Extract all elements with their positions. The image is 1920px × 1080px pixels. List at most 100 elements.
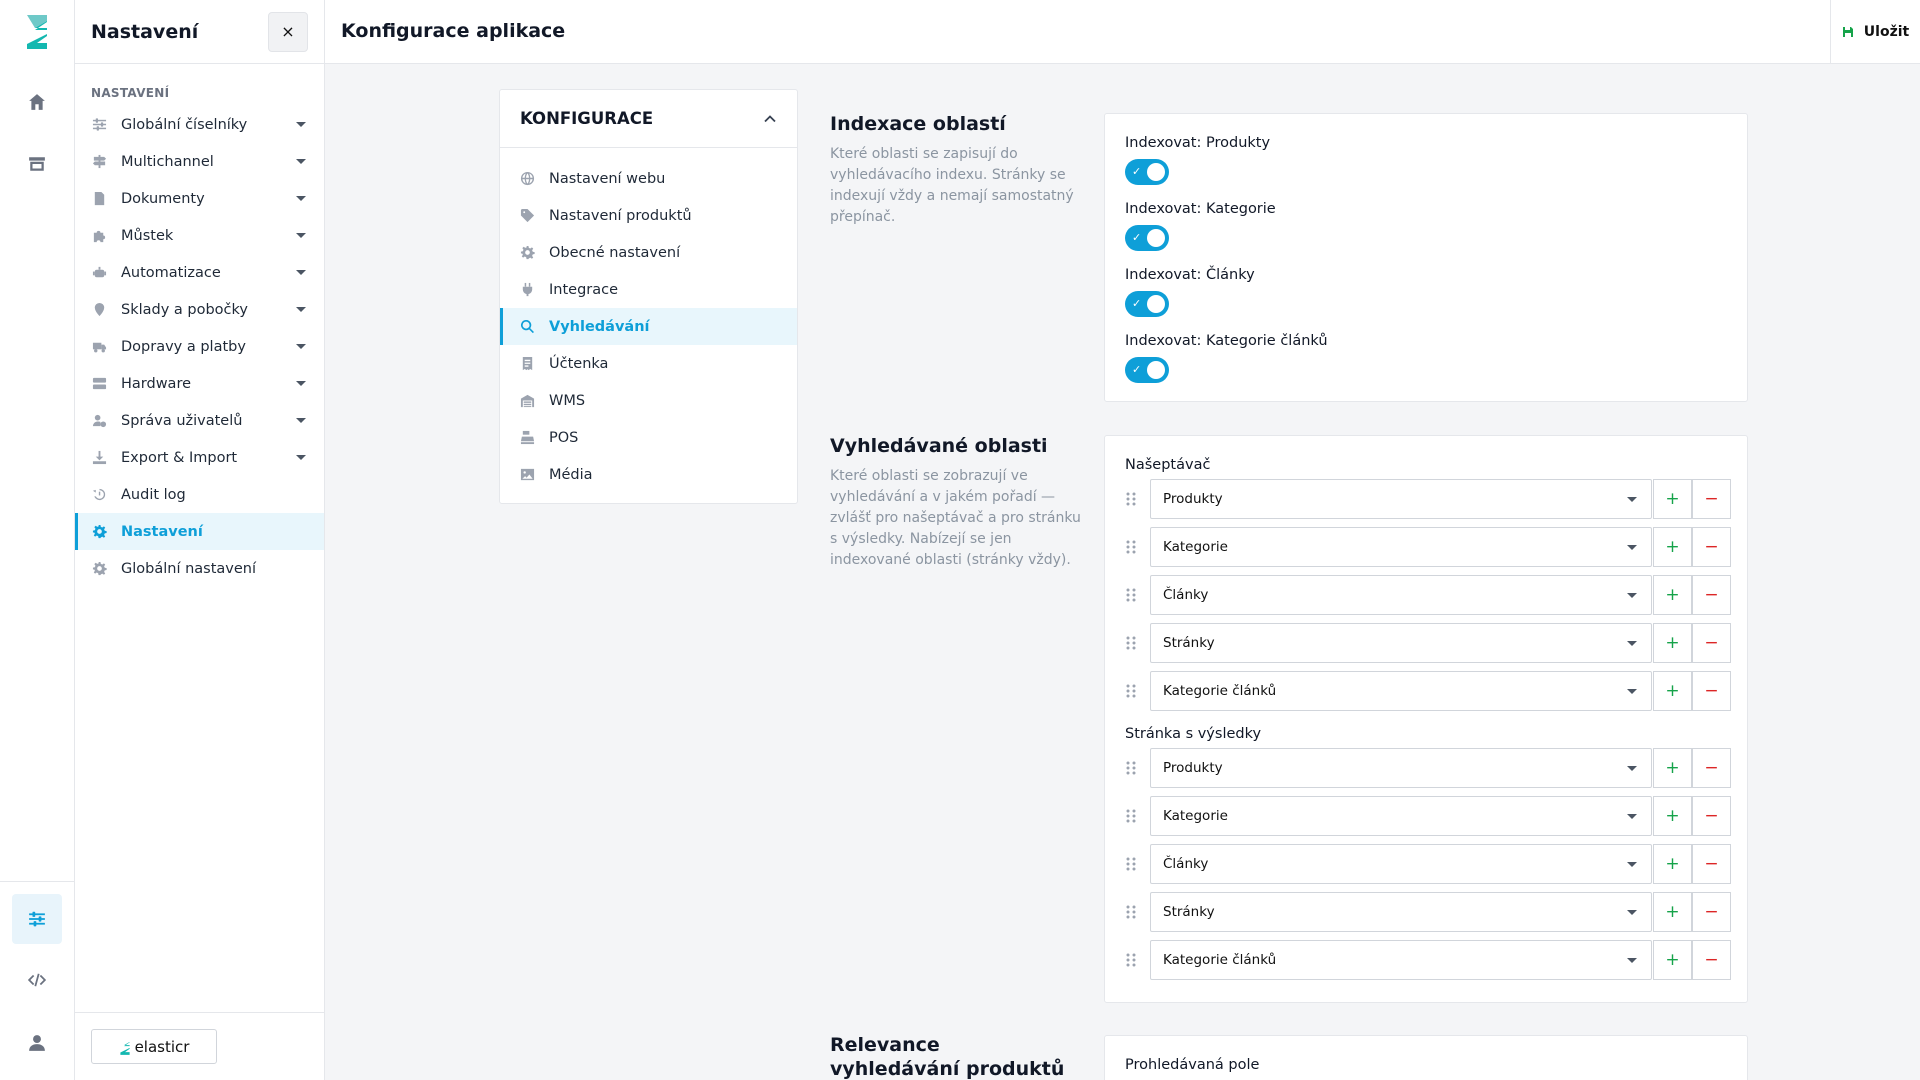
sidebar-item-multichannel[interactable]: Multichannel [75, 143, 324, 180]
caret-down-icon[interactable] [296, 455, 306, 460]
home-icon[interactable] [12, 77, 62, 127]
save-button[interactable]: Uložit [1830, 0, 1920, 64]
config-nav-item-integrace[interactable]: Integrace [500, 271, 797, 308]
caret-down-icon[interactable] [296, 122, 306, 127]
drag-handle-icon[interactable] [1125, 760, 1137, 776]
add-area-button[interactable]: + [1653, 623, 1692, 663]
caret-down-icon[interactable] [296, 196, 306, 201]
config-nav-item-media[interactable]: Média [500, 456, 797, 493]
sidebar-item-nastaveni[interactable]: Nastavení [75, 513, 324, 550]
area-select[interactable]: Články [1150, 844, 1652, 884]
area-select[interactable]: Články [1150, 575, 1652, 615]
drag-handle-icon[interactable] [1125, 808, 1137, 824]
config-nav-item-nastaveni-webu[interactable]: Nastavení webu [500, 160, 797, 197]
caret-down-icon[interactable] [296, 344, 306, 349]
sidebar-item-dopravy-a-platby[interactable]: Dopravy a platby [75, 328, 324, 365]
sidebar-item-mustek[interactable]: Můstek [75, 217, 324, 254]
code-icon[interactable] [12, 955, 62, 1005]
config-nav-item-obecne-nastaveni[interactable]: Obecné nastavení [500, 234, 797, 271]
sidebar-item-automatizace[interactable]: Automatizace [75, 254, 324, 291]
config-nav-item-uctenka[interactable]: Účtenka [500, 345, 797, 382]
index-toggle-switch[interactable]: ✓ [1125, 225, 1169, 251]
area-select[interactable]: Produkty [1150, 479, 1652, 519]
area-row: Stránky + − [1125, 623, 1731, 663]
caret-down-icon [1627, 766, 1637, 771]
remove-area-button[interactable]: − [1692, 623, 1731, 663]
drag-handle-icon[interactable] [1125, 952, 1137, 968]
drag-handle-icon[interactable] [1125, 587, 1137, 603]
remove-area-button[interactable]: − [1692, 479, 1731, 519]
drag-handle-icon[interactable] [1125, 491, 1137, 507]
add-area-button[interactable]: + [1653, 892, 1692, 932]
add-area-button[interactable]: + [1653, 575, 1692, 615]
area-select[interactable]: Stránky [1150, 623, 1652, 663]
add-area-button[interactable]: + [1653, 527, 1692, 567]
chevron-up-icon[interactable] [763, 112, 777, 126]
remove-area-button[interactable]: − [1692, 844, 1731, 884]
area-select[interactable]: Kategorie článků [1150, 940, 1652, 980]
sidebar-item-dokumenty[interactable]: Dokumenty [75, 180, 324, 217]
add-area-button[interactable]: + [1653, 748, 1692, 788]
history-icon [91, 487, 107, 503]
sidebar-item-export-import[interactable]: Export & Import [75, 439, 324, 476]
remove-area-button[interactable]: − [1692, 575, 1731, 615]
settings-sliders-icon[interactable] [12, 894, 62, 944]
config-nav-item-pos[interactable]: POS [500, 419, 797, 456]
area-select-value: Články [1163, 587, 1209, 603]
brand-badge[interactable]: elasticr [91, 1029, 217, 1064]
sidebar-item-sklady-a-pobocky[interactable]: Sklady a pobočky [75, 291, 324, 328]
index-toggle-switch[interactable]: ✓ [1125, 159, 1169, 185]
store-icon[interactable] [12, 139, 62, 189]
add-area-button[interactable]: + [1653, 671, 1692, 711]
add-area-button[interactable]: + [1653, 940, 1692, 980]
add-area-button[interactable]: + [1653, 844, 1692, 884]
config-nav-item-nastaveni-produktu[interactable]: Nastavení produktů [500, 197, 797, 234]
drag-handle-icon[interactable] [1125, 539, 1137, 555]
add-area-button[interactable]: + [1653, 796, 1692, 836]
caret-down-icon[interactable] [296, 418, 306, 423]
drag-handle-icon[interactable] [1125, 683, 1137, 699]
area-select[interactable]: Kategorie [1150, 527, 1652, 567]
index-toggle-switch[interactable]: ✓ [1125, 291, 1169, 317]
sidebar-item-hardware[interactable]: Hardware [75, 365, 324, 402]
add-area-button[interactable]: + [1653, 479, 1692, 519]
check-icon: ✓ [1132, 297, 1142, 310]
area-select[interactable]: Kategorie [1150, 796, 1652, 836]
sidebar-item-label: Nastavení [121, 523, 203, 540]
config-nav-header[interactable]: KONFIGURACE [500, 90, 797, 148]
caret-down-icon[interactable] [296, 233, 306, 238]
area-select[interactable]: Produkty [1150, 748, 1652, 788]
sidebar-item-audit-log[interactable]: Audit log [75, 476, 324, 513]
sidebar-header: Nastavení × [75, 0, 324, 64]
user-icon[interactable] [12, 1018, 62, 1068]
caret-down-icon[interactable] [296, 159, 306, 164]
area-select[interactable]: Kategorie článků [1150, 671, 1652, 711]
remove-area-button[interactable]: − [1692, 796, 1731, 836]
caret-down-icon[interactable] [296, 381, 306, 386]
close-sidebar-button[interactable]: × [268, 11, 308, 52]
area-select[interactable]: Stránky [1150, 892, 1652, 932]
caret-down-icon[interactable] [296, 270, 306, 275]
sidebar-menu: Globální číselníky Multichannel Dokumenty M… [75, 106, 324, 587]
caret-down-icon [1627, 689, 1637, 694]
elasticr-logo-icon[interactable] [24, 14, 50, 50]
remove-area-button[interactable]: − [1692, 940, 1731, 980]
sidebar-item-globalni-ciselniky[interactable]: Globální číselníky [75, 106, 324, 143]
area-select-value: Kategorie [1163, 539, 1228, 555]
drag-handle-icon[interactable] [1125, 635, 1137, 651]
sidebar-item-globalni-nastaveni[interactable]: Globální nastavení [75, 550, 324, 587]
check-icon: ✓ [1132, 363, 1142, 376]
config-nav-item-vyhledavani[interactable]: Vyhledávání [500, 308, 797, 345]
caret-down-icon[interactable] [296, 307, 306, 312]
remove-area-button[interactable]: − [1692, 671, 1731, 711]
config-nav-title: KONFIGURACE [520, 109, 654, 128]
remove-area-button[interactable]: − [1692, 748, 1731, 788]
remove-area-button[interactable]: − [1692, 527, 1731, 567]
sidebar-item-sprava-uzivatelu[interactable]: Správa uživatelů [75, 402, 324, 439]
config-nav-item-label: Vyhledávání [549, 318, 650, 335]
drag-handle-icon[interactable] [1125, 904, 1137, 920]
drag-handle-icon[interactable] [1125, 856, 1137, 872]
index-toggle-switch[interactable]: ✓ [1125, 357, 1169, 383]
remove-area-button[interactable]: − [1692, 892, 1731, 932]
config-nav-item-wms[interactable]: WMS [500, 382, 797, 419]
